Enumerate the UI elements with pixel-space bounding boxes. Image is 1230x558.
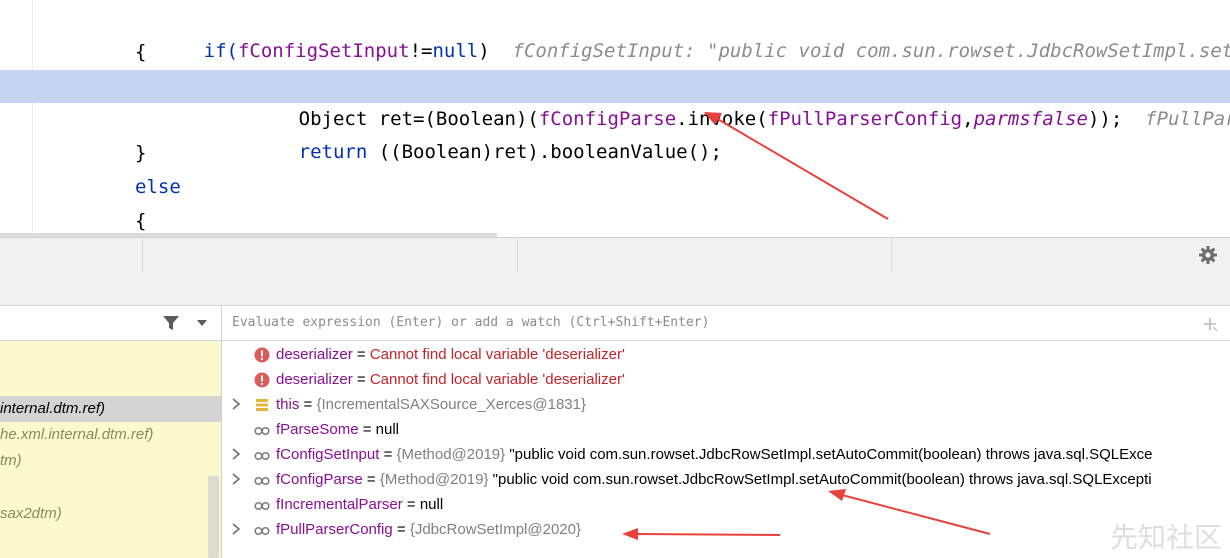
- code-line-2[interactable]: {: [0, 36, 1230, 69]
- variable-row[interactable]: this = {IncrementalSAXSource_Xerces@1831…: [222, 392, 1230, 417]
- variable-text: fConfigParse = {Method@2019} "public voi…: [276, 467, 1152, 492]
- variable-row[interactable]: deserializer = Cannot find local variabl…: [222, 367, 1230, 392]
- variable-name: fConfigSetInput: [276, 446, 380, 463]
- code-line-5[interactable]: }: [0, 137, 1230, 170]
- variable-eq: =: [299, 396, 317, 413]
- variable-row[interactable]: deserializer = Cannot find local variabl…: [222, 342, 1230, 367]
- evaluate-expression-input[interactable]: Evaluate expression (Enter) or add a wat…: [222, 306, 1230, 341]
- variable-name: fIncrementalParser: [276, 496, 403, 513]
- variable-name: fPullParserConfig: [276, 521, 393, 538]
- add-watch-icon[interactable]: [1202, 316, 1218, 332]
- code-line-1[interactable]: if(fConfigSetInput!=null) fConfigSetInpu…: [0, 2, 1230, 62]
- variable-row[interactable]: fParseSome = null: [222, 417, 1230, 442]
- variable-name: this: [276, 396, 300, 413]
- variable-row[interactable]: fPullParserConfig = {JdbcRowSetImpl@2020…: [222, 517, 1230, 542]
- variables-tree[interactable]: deserializer = Cannot find local variabl…: [222, 341, 1230, 558]
- code-token: else: [135, 176, 181, 198]
- evaluate-placeholder: Evaluate expression (Enter) or add a wat…: [232, 315, 710, 330]
- variable-eq: =: [352, 346, 370, 363]
- variable-name: fParseSome: [276, 421, 359, 438]
- code-token: }: [135, 142, 147, 164]
- variable-row[interactable]: fIncrementalParser = null: [222, 492, 1230, 517]
- variable-eq: =: [379, 446, 397, 463]
- variable-text: fPullParserConfig = {JdbcRowSetImpl@2020…: [276, 517, 581, 542]
- code-line-4[interactable]: return ((Boolean)ret).booleanValue();: [0, 103, 1230, 163]
- debug-toolbar: [0, 237, 1230, 273]
- variable-text: fConfigSetInput = {Method@2019} "public …: [276, 442, 1152, 467]
- watch-glasses-icon: [254, 501, 270, 511]
- debug-tabs-bar: [0, 272, 1230, 306]
- frame-item[interactable]: [0, 370, 221, 396]
- variable-ref: {IncrementalSAXSource_Xerces@1831}: [316, 396, 587, 413]
- variable-eq: =: [352, 371, 370, 388]
- variable-value: null: [375, 421, 400, 438]
- error-icon: [254, 372, 270, 388]
- watermark: 先知社区: [1109, 521, 1222, 554]
- variable-ref: {JdbcRowSetImpl@2020}: [409, 521, 581, 538]
- variable-text: deserializer = Cannot find local variabl…: [276, 342, 625, 367]
- variable-name: fConfigParse: [276, 471, 363, 488]
- variable-row[interactable]: fConfigParse = {Method@2019} "public voi…: [222, 467, 1230, 492]
- toolbar-divider: [142, 238, 143, 272]
- variable-name: deserializer: [276, 371, 353, 388]
- chevron-right-icon[interactable]: [231, 473, 241, 485]
- variable-eq: =: [362, 471, 380, 488]
- variable-text: deserializer = Cannot find local variabl…: [276, 367, 625, 392]
- frame-label: internal.dtm.ref): [0, 400, 106, 417]
- code-token: {: [135, 41, 147, 63]
- variable-text: fParseSome = null: [276, 417, 399, 442]
- frame-item-selected[interactable]: internal.dtm.ref): [0, 396, 221, 422]
- variable-text: this = {IncrementalSAXSource_Xerces@1831…: [276, 392, 586, 417]
- gear-icon[interactable]: [1198, 245, 1218, 265]
- watch-glasses-icon: [254, 426, 270, 436]
- variable-value: "public void com.sun.rowset.JdbcRowSetIm…: [509, 446, 1153, 463]
- frames-list[interactable]: internal.dtm.ref) he.xml.internal.dtm.re…: [0, 341, 221, 558]
- variable-ref: {Method@2019}: [396, 446, 510, 463]
- frame-item[interactable]: [0, 474, 221, 500]
- frame-item[interactable]: he.xml.internal.dtm.ref): [0, 422, 221, 448]
- frame-label: tm): [0, 452, 22, 469]
- toolbar-divider: [891, 238, 892, 272]
- frame-item[interactable]: sax2dtm): [0, 501, 221, 527]
- filter-icon[interactable]: [162, 315, 180, 332]
- chevron-right-icon[interactable]: [231, 448, 241, 460]
- variable-text: fIncrementalParser = null: [276, 492, 443, 517]
- watch-glasses-icon: [254, 476, 270, 486]
- toolbar-divider: [517, 238, 518, 272]
- code-line-3-current[interactable]: Object ret=(Boolean)(fConfigParse.invoke…: [0, 70, 1230, 130]
- chevron-right-icon[interactable]: [231, 398, 241, 410]
- chevron-down-icon[interactable]: [196, 319, 208, 327]
- variable-eq: =: [358, 421, 376, 438]
- stack-icon: [256, 399, 268, 411]
- code-editor[interactable]: if(fConfigSetInput!=null) fConfigSetInpu…: [0, 0, 1230, 237]
- variable-row[interactable]: fConfigSetInput = {Method@2019} "public …: [222, 442, 1230, 467]
- variable-ref: {Method@2019}: [379, 471, 493, 488]
- variable-eq: =: [392, 521, 410, 538]
- watch-glasses-icon: [254, 451, 270, 461]
- variable-value: null: [419, 496, 444, 513]
- error-icon: [254, 347, 270, 363]
- variable-name: deserializer: [276, 346, 353, 363]
- variable-eq: =: [402, 496, 420, 513]
- code-line-6[interactable]: else: [0, 171, 1230, 204]
- watch-glasses-icon: [254, 526, 270, 536]
- variable-value: Cannot find local variable 'deserializer…: [369, 346, 625, 363]
- variable-value: "public void com.sun.rowset.JdbcRowSetIm…: [492, 471, 1152, 488]
- chevron-right-icon[interactable]: [231, 523, 241, 535]
- frame-label: he.xml.internal.dtm.ref): [0, 426, 154, 443]
- frames-header: [0, 306, 221, 341]
- frames-scrollbar[interactable]: [208, 476, 219, 558]
- variable-value: Cannot find local variable 'deserializer…: [369, 371, 625, 388]
- frame-item[interactable]: tm): [0, 448, 221, 474]
- frame-label: sax2dtm): [0, 505, 62, 522]
